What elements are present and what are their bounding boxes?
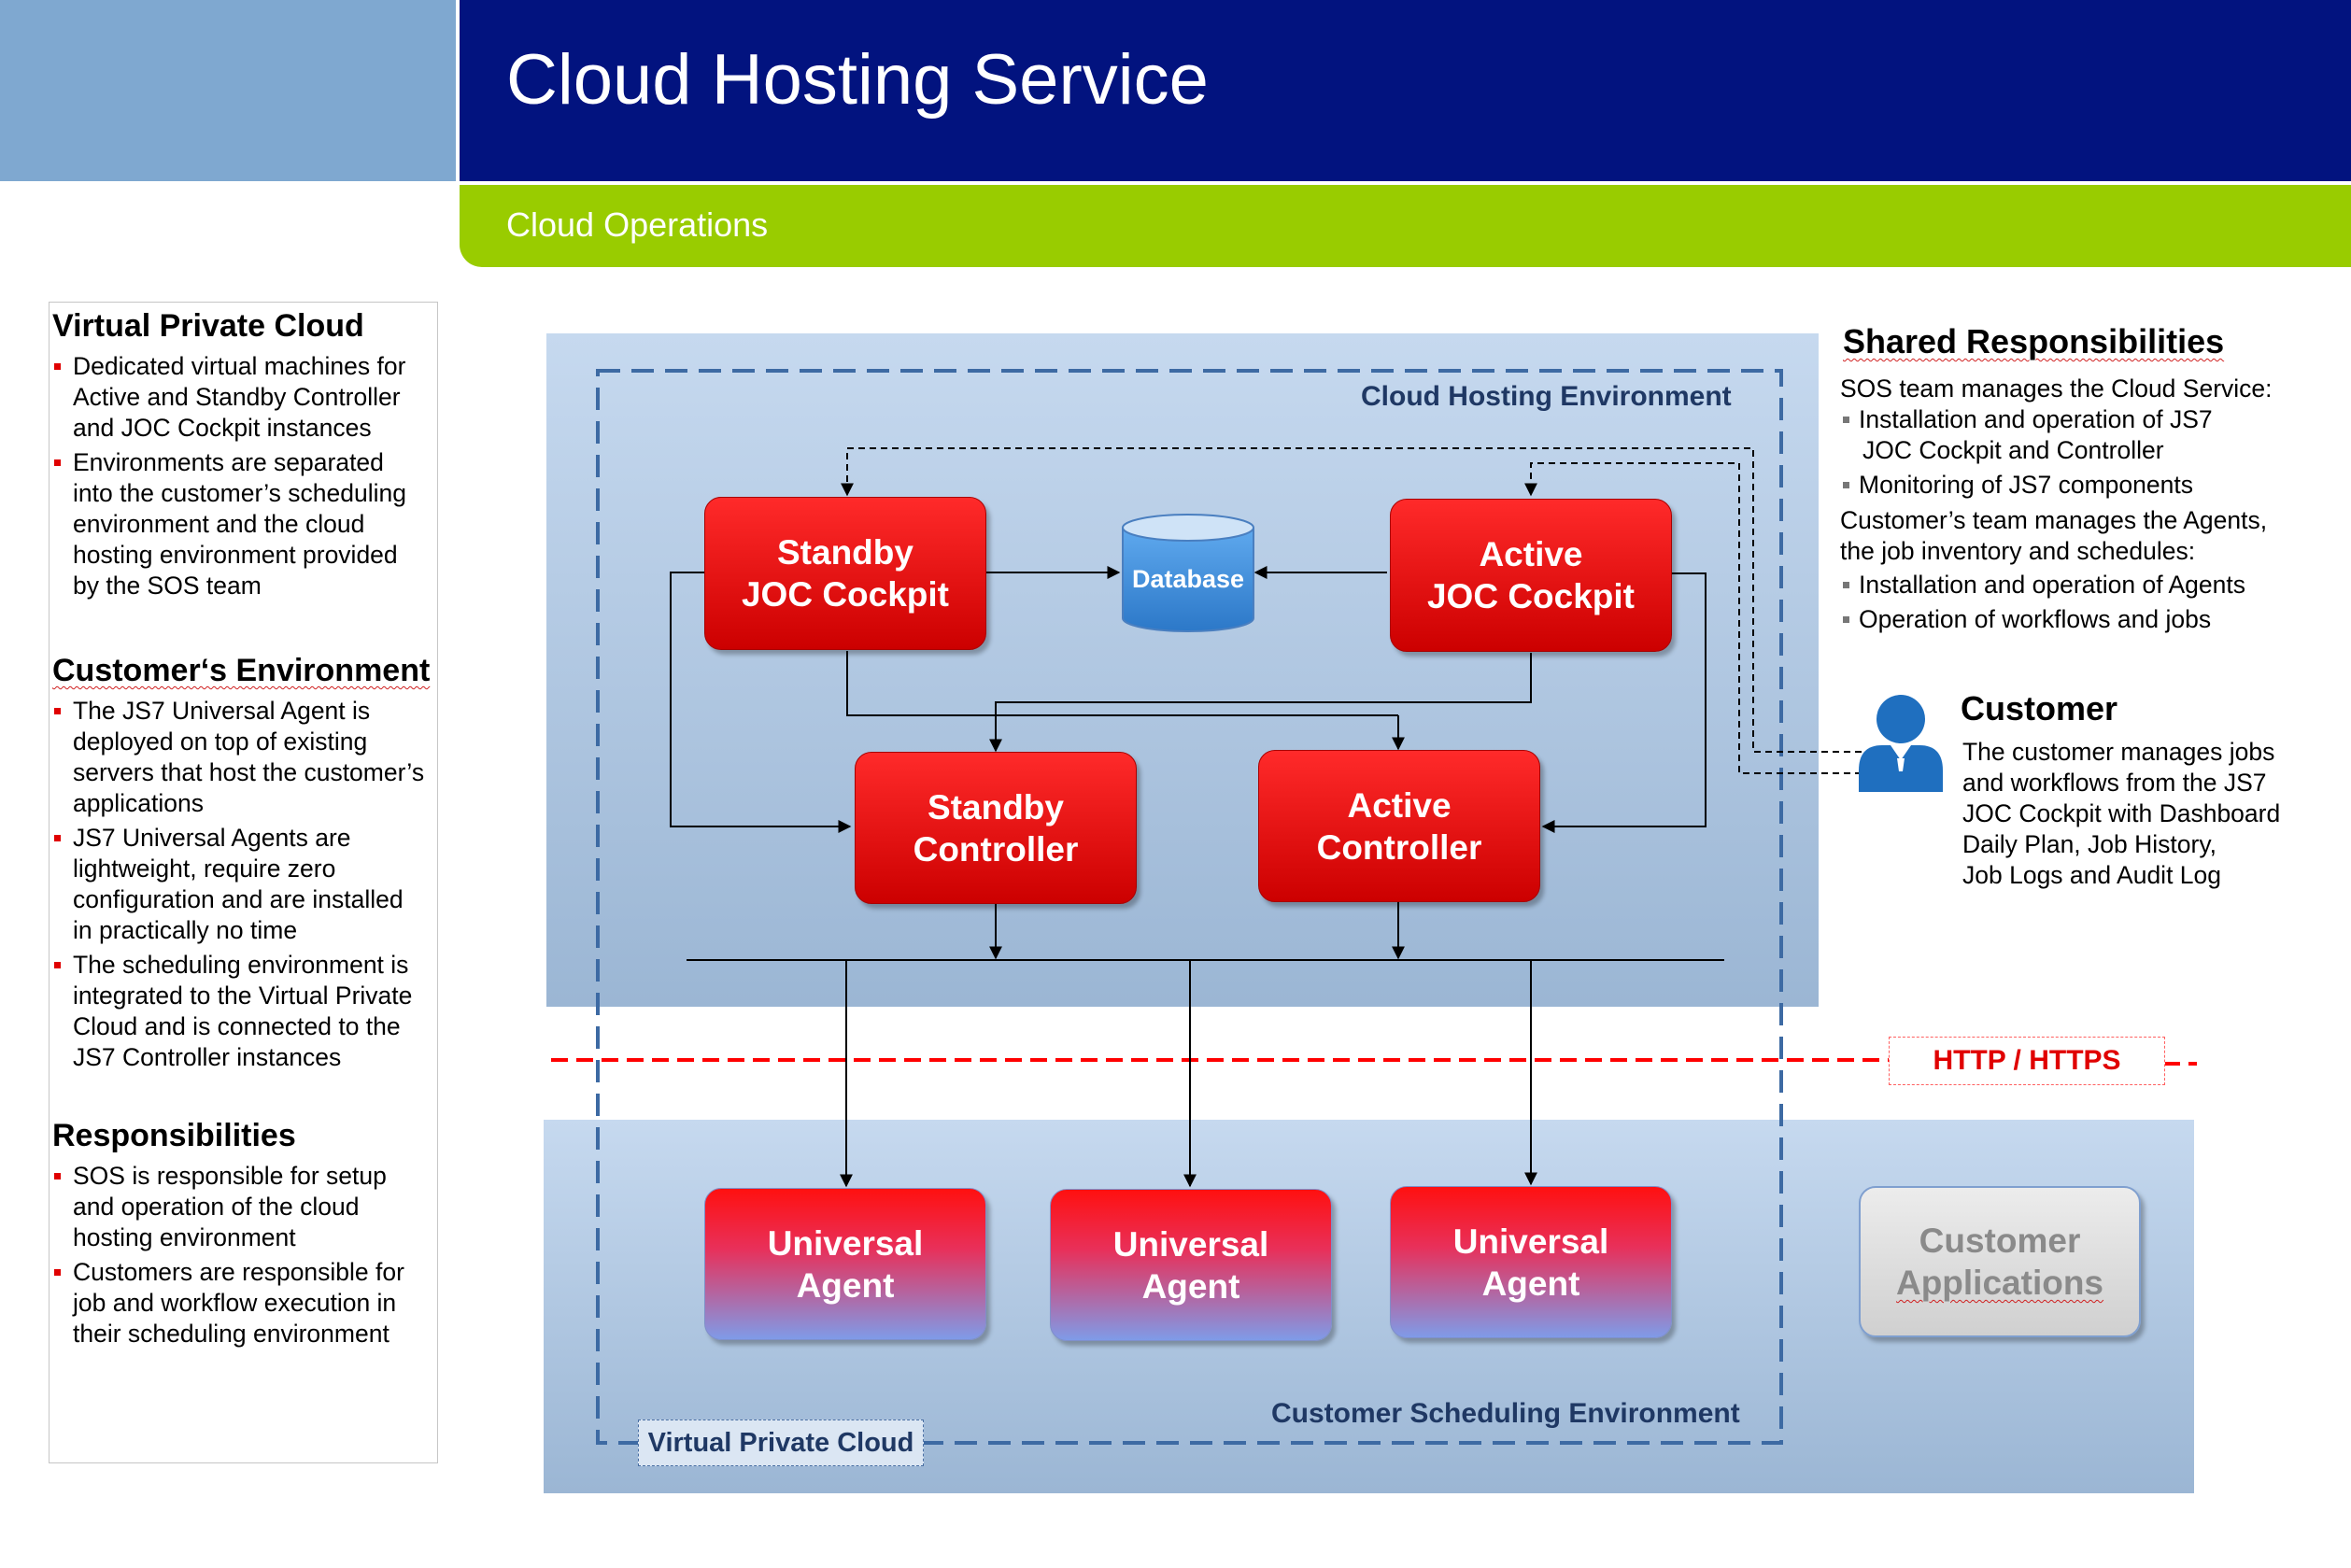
box-label: Customer bbox=[1919, 1222, 2081, 1260]
box-label: Agent bbox=[796, 1265, 895, 1305]
box-label: JOC Cockpit bbox=[741, 575, 950, 614]
box-label: Applications bbox=[1895, 1264, 2104, 1302]
list-item: Installation and operation of JS7 bbox=[1840, 404, 2273, 435]
cloud-env-label: Cloud Hosting Environment bbox=[1361, 381, 1732, 412]
active-controller: Active Controller bbox=[1258, 750, 1540, 902]
list-item: Installation and operation of Agents bbox=[1840, 570, 2273, 600]
customer-title: Customer bbox=[1961, 689, 2118, 727]
sched-env-label: Customer Scheduling Environment bbox=[1271, 1398, 1740, 1429]
customer-line: and workflows from the JS7 bbox=[1962, 769, 2267, 797]
customer-intro-2: the job inventory and schedules: bbox=[1840, 537, 2196, 565]
customer-line: Daily Plan, Job History, bbox=[1962, 830, 2216, 858]
box-label: Active bbox=[1479, 535, 1583, 573]
standby-controller: Standby Controller bbox=[855, 752, 1137, 904]
box-label: Universal bbox=[767, 1223, 924, 1263]
vpc-label: Virtual Private Cloud bbox=[638, 1420, 924, 1466]
connector-active-joc-standby-ctrl bbox=[989, 653, 1532, 753]
box-label: JOC Cockpit bbox=[1426, 577, 1636, 615]
sos-bullet-list: Installation and operation of JS7 bbox=[1840, 404, 2273, 435]
active-joc-cockpit: Active JOC Cockpit bbox=[1390, 499, 1672, 652]
box-label: Controller bbox=[1316, 827, 1482, 867]
box-label: Universal bbox=[1112, 1224, 1269, 1264]
box-label: Standby bbox=[777, 533, 913, 572]
customer-bullet-list: Installation and operation of Agents Ope… bbox=[1840, 570, 2273, 635]
connector-joc-bus bbox=[846, 651, 1398, 716]
list-item-continuation: JOC Cockpit and Controller bbox=[1862, 436, 2164, 464]
customer-user-icon bbox=[1859, 695, 1943, 792]
customer-line: The customer manages jobs bbox=[1962, 738, 2275, 766]
customer-line: JOC Cockpit with Dashboard bbox=[1962, 799, 2281, 827]
customer-line: Job Logs and Audit Log bbox=[1962, 861, 2222, 889]
universal-agent-2: Universal Agent bbox=[1050, 1189, 1332, 1341]
box-label: Controller bbox=[913, 829, 1079, 869]
box-label: Standby bbox=[928, 787, 1064, 826]
box-label: Active bbox=[1347, 785, 1452, 825]
sos-bullet-list-2: Monitoring of JS7 components bbox=[1840, 470, 2273, 501]
box-label: Universal bbox=[1452, 1222, 1609, 1261]
list-item: Operation of workflows and jobs bbox=[1840, 604, 2273, 635]
box-label: Agent bbox=[1141, 1266, 1240, 1306]
database-label: Database bbox=[1131, 565, 1245, 593]
universal-agent-3: Universal Agent bbox=[1390, 1186, 1672, 1338]
connector-customer-standby-joc bbox=[841, 447, 1862, 753]
shared-responsibilities-title: Shared Responsibilities bbox=[1843, 322, 2225, 360]
customer-intro-1: Customer’s team manages the Agents, bbox=[1840, 506, 2268, 534]
universal-agent-1: Universal Agent bbox=[704, 1188, 986, 1340]
customer-applications: Customer Applications bbox=[1859, 1186, 2141, 1337]
customer-description: The customer manages jobs and workflows … bbox=[1962, 737, 2280, 891]
box-label: Agent bbox=[1481, 1264, 1580, 1303]
sos-intro: SOS team manages the Cloud Service: bbox=[1840, 374, 2273, 403]
shared-responsibilities-text: SOS team manages the Cloud Service: Inst… bbox=[1840, 374, 2273, 635]
standby-joc-cockpit: Standby JOC Cockpit bbox=[704, 497, 986, 650]
protocol-label: HTTP / HTTPS bbox=[1889, 1037, 2165, 1085]
list-item: Monitoring of JS7 components bbox=[1840, 470, 2273, 501]
